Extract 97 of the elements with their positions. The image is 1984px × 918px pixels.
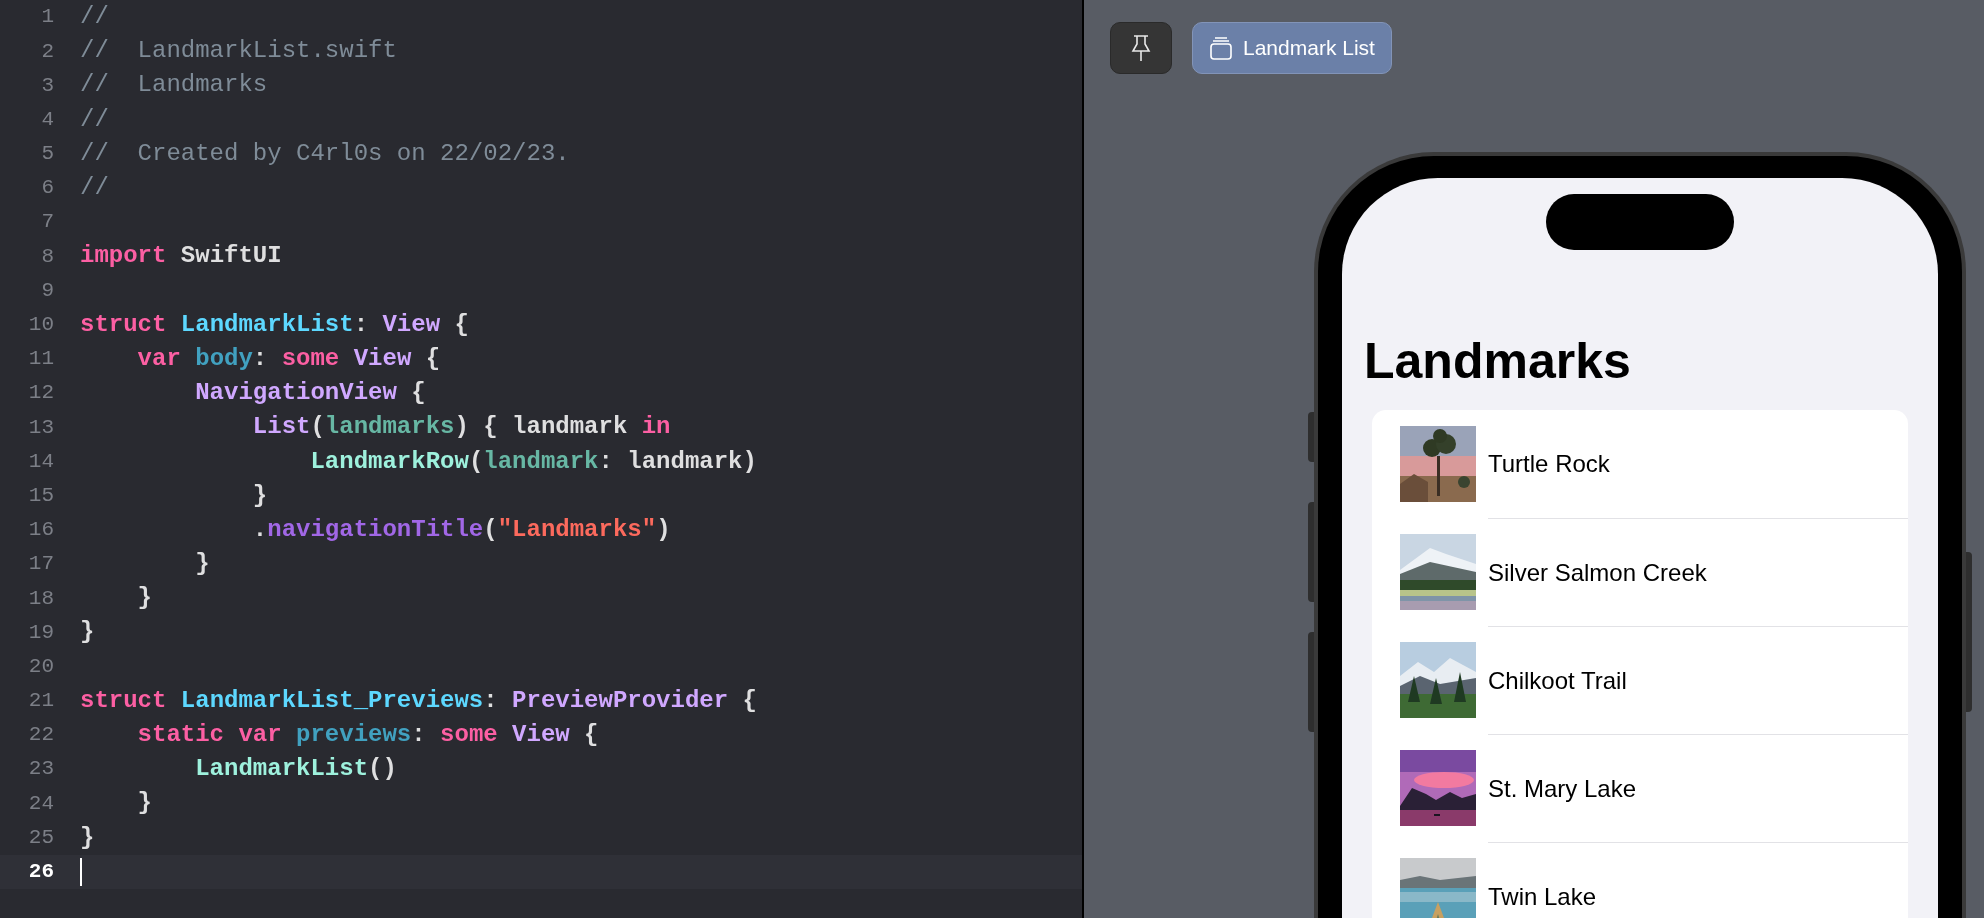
- code-token: {: [741, 685, 757, 716]
- preview-button[interactable]: Landmark List: [1192, 22, 1392, 74]
- line-number: 26: [27, 859, 55, 886]
- line-number: 11: [27, 346, 55, 373]
- landmark-name: Chilkoot Trail: [1488, 665, 1627, 696]
- line-number: 14: [27, 448, 55, 475]
- code-token: in: [641, 412, 671, 443]
- code-token: LandmarkList: [179, 309, 354, 340]
- pin-icon: [1130, 34, 1152, 62]
- landmark-name: St. Mary Lake: [1488, 773, 1637, 804]
- line-number: 17: [27, 551, 55, 578]
- stack-icon: [1209, 36, 1233, 60]
- code-token: {: [424, 343, 441, 374]
- code-token: // LandmarkList.swift: [80, 36, 397, 67]
- landmark-name: Silver Salmon Creek: [1488, 557, 1707, 588]
- code-token: SwiftUI: [179, 241, 282, 272]
- code-token: body: [194, 343, 253, 374]
- line-number: 7: [40, 209, 55, 236]
- code-token: LandmarkList_Previews: [179, 685, 484, 716]
- code-token: List: [251, 412, 311, 443]
- line-number: 10: [27, 312, 55, 339]
- code-token: PreviewProvider: [511, 685, 729, 716]
- code-token: LandmarkList: [194, 754, 369, 785]
- code-token: NavigationView: [194, 378, 397, 409]
- code-editor[interactable]: [0, 0, 1082, 918]
- code-token: View: [511, 720, 570, 751]
- code-token: (: [483, 514, 498, 545]
- code-token: "Landmarks": [497, 514, 657, 545]
- line-number: 8: [40, 243, 55, 270]
- code-token: struct: [80, 309, 167, 340]
- line-number: 2: [40, 38, 55, 65]
- list-row[interactable]: Chilkoot Trail: [1372, 626, 1908, 734]
- navigation-title: Landmarks: [1364, 336, 1632, 386]
- line-number: 22: [27, 722, 55, 749]
- line-number: 21: [27, 688, 55, 715]
- line-number: 20: [27, 653, 55, 680]
- line-number: 15: [27, 482, 55, 509]
- list-row[interactable]: Turtle Rock: [1372, 410, 1908, 518]
- landmark-name: Turtle Rock: [1488, 449, 1610, 479]
- code-token: some: [280, 343, 340, 374]
- code-token: previews: [295, 720, 412, 751]
- code-token: }: [80, 822, 95, 853]
- code-token: // Created by C4rl0s on 22/02/23.: [80, 138, 570, 169]
- code-token: }: [80, 617, 95, 648]
- code-token: }: [136, 788, 152, 819]
- line-number: 4: [40, 106, 55, 133]
- code-token: LandmarkRow: [309, 446, 469, 477]
- line-number: 23: [27, 756, 55, 783]
- line-number: 5: [40, 141, 55, 168]
- line-number: 25: [27, 824, 55, 851]
- code-token: :: [252, 343, 268, 374]
- code-token: View: [381, 309, 441, 340]
- code-token: some: [439, 720, 498, 751]
- list-row[interactable]: St. Mary Lake: [1372, 734, 1908, 842]
- line-number: 19: [27, 619, 55, 646]
- text-cursor: [80, 857, 82, 886]
- code-token: (): [368, 754, 397, 785]
- code-token: // Landmarks: [80, 70, 268, 101]
- code-token: struct: [80, 685, 167, 716]
- code-token: :: [483, 685, 498, 716]
- code-token: import: [80, 241, 167, 272]
- landmark-name: Twin Lake: [1488, 881, 1597, 912]
- code-token: :: [411, 720, 426, 751]
- code-token: }: [251, 480, 268, 511]
- code-token: }: [136, 583, 152, 614]
- line-number: 3: [40, 72, 55, 99]
- code-token: (: [310, 412, 325, 443]
- code-token: landmarks: [324, 412, 455, 443]
- pin-button[interactable]: [1110, 22, 1172, 74]
- line-number: 18: [27, 585, 55, 612]
- line-number: 12: [27, 380, 55, 407]
- code-token: .: [251, 514, 268, 545]
- line-number: 13: [27, 414, 55, 441]
- code-token: ): [656, 514, 671, 545]
- code-token: (: [468, 446, 484, 477]
- code-token: {: [583, 720, 599, 751]
- code-token: View: [352, 343, 412, 374]
- code-token: var: [136, 343, 181, 374]
- code-token: :: [353, 309, 369, 340]
- code-token: {: [410, 378, 426, 409]
- code-token: {: [453, 309, 469, 340]
- line-number: 24: [27, 790, 55, 817]
- line-number: 9: [40, 277, 55, 304]
- line-number: 16: [27, 517, 55, 544]
- line-number: 1: [40, 4, 55, 31]
- code-token: landmark: [483, 446, 599, 477]
- list-row[interactable]: Silver Salmon Creek: [1372, 518, 1908, 626]
- line-number: 6: [40, 175, 55, 202]
- list-row[interactable]: Twin Lake: [1372, 842, 1908, 918]
- code-token: navigationTitle: [267, 514, 484, 545]
- code-token: //: [80, 104, 109, 135]
- code-token: static var: [136, 720, 282, 751]
- code-token: //: [80, 173, 109, 204]
- code-token: : landmark): [598, 446, 757, 477]
- code-token: }: [194, 549, 210, 580]
- code-token: ) { landmark: [454, 412, 629, 443]
- code-token: //: [80, 2, 109, 33]
